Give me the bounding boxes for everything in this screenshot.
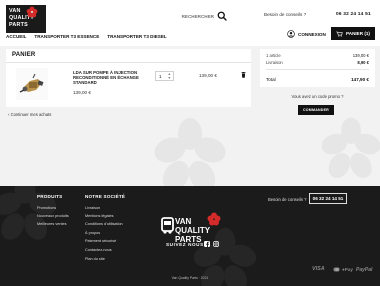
footer-link[interactable]: À propos [85,231,100,235]
footer-link[interactable]: Contactez-nous [85,248,112,252]
applepay-label: ●Pay [342,267,353,272]
shipping-label: Livraison [266,60,283,65]
footer-link[interactable]: Nouveaux produits [37,214,69,218]
continue-shopping-label: Continuer mes achats [10,112,52,117]
main-nav: ACCUEIL TRANSPORTER T3 ESSENCE TRANSPORTER… [6,34,175,39]
shipping-value: 8,90 € [357,60,369,65]
footer-phone-button[interactable]: 06 32 24 14 51 [309,193,347,204]
summary-articles-row: 1 article 139,00 € [266,53,369,58]
product-image[interactable] [16,68,48,100]
nav-accueil[interactable]: ACCUEIL [6,34,26,39]
divider [266,69,369,70]
product-name[interactable]: LDA SUR POMPE À INJECTION RECONDITIONNÉ … [73,70,145,85]
footer-link[interactable]: Conditions d'utilisation [85,222,123,226]
footer-link[interactable]: Livraison [85,206,100,210]
footer-link[interactable]: Plan du site [85,257,105,261]
brand-line-1: VAN [9,8,21,14]
footer-company-title: NOTRE SOCIÉTÉ [85,194,126,199]
promo-code-link[interactable]: Vous avez un code promo ? [260,94,375,99]
follow-us-label: SUIVEZ NOUS [166,242,204,247]
footer-link[interactable]: Promotions [37,206,56,210]
login-link[interactable]: CONNEXION [298,32,326,37]
product-total-price: 139,00 € [199,73,217,78]
visa-icon: VISA [312,266,325,272]
site-header: VAN QUALITY PARTS Besoin de conseils ? 0… [0,0,380,46]
brand-line-3: PARTS [9,22,28,28]
articles-value: 139,00 € [352,53,369,58]
paypal-icon: PayPal [356,267,373,273]
nav-t3-diesel[interactable]: TRANSPORTER T3 DIESEL [107,34,166,39]
applepay-text: Pay [344,267,353,272]
cart-box: PANIER LDA SUR POMPE À INJECTION RECONDI… [6,49,251,107]
footer-link[interactable]: Mentions légales [85,214,114,218]
instagram-icon[interactable] [213,241,219,247]
order-summary: 1 article 139,00 € Livraison 8,90 € Tota… [260,49,375,87]
brand-logo[interactable]: VAN QUALITY PARTS [6,5,46,33]
continue-shopping-link[interactable]: ‹ Continuer mes achats [8,112,51,117]
articles-label: 1 article [266,53,281,58]
total-value: 147,90 € [351,77,369,82]
cart-title: PANIER [12,52,36,58]
order-button[interactable]: COMMANDER [298,105,334,115]
hibiscus-icon [26,6,38,18]
footer-link[interactable]: Meilleures ventes [37,222,67,226]
copyright-text: Van Quality Parts · 2021 [171,276,209,280]
quantity-stepper[interactable]: 1 ▲ ▼ [155,71,174,81]
footer-products-title: PRODUITS [37,194,63,199]
hibiscus-decoration-icon [154,118,226,186]
search-icon[interactable] [217,11,227,21]
cart-button-label: PANIER (1) [346,31,370,36]
phone-number[interactable]: 06 32 24 14 51 [336,12,371,17]
hibiscus-decoration-icon [321,117,380,178]
mastercard-icon [333,267,340,272]
cart-section: PANIER LDA SUR POMPE À INJECTION RECONDI… [0,46,380,186]
footer-help-text: Besoin de conseils ? [268,197,307,202]
quantity-value: 1 [159,74,162,79]
stepper-arrows-icon[interactable]: ▲ ▼ [168,72,171,80]
total-label: Total [266,77,276,82]
summary-total-row: Total 147,90 € [266,77,369,82]
help-text: Besoin de conseils ? [264,12,307,17]
divider [6,62,251,63]
trash-icon[interactable] [241,72,246,78]
facebook-icon[interactable] [204,241,210,247]
footer-brand-line-1: VAN [175,217,192,226]
product-unit-price: 139,00 € [73,90,91,95]
footer-link[interactable]: Paiement sécurisé [85,239,116,243]
site-footer: PRODUITS Promotions Nouveaux produits Me… [0,186,380,286]
user-icon[interactable] [287,30,295,38]
summary-shipping-row: Livraison 8,90 € [266,60,369,65]
cart-icon [336,31,343,37]
footer-brand-line-2: QUALITY [175,226,211,235]
cart-button[interactable]: PANIER (1) [331,27,375,40]
nav-t3-essence[interactable]: TRANSPORTER T3 ESSENCE [34,34,99,39]
